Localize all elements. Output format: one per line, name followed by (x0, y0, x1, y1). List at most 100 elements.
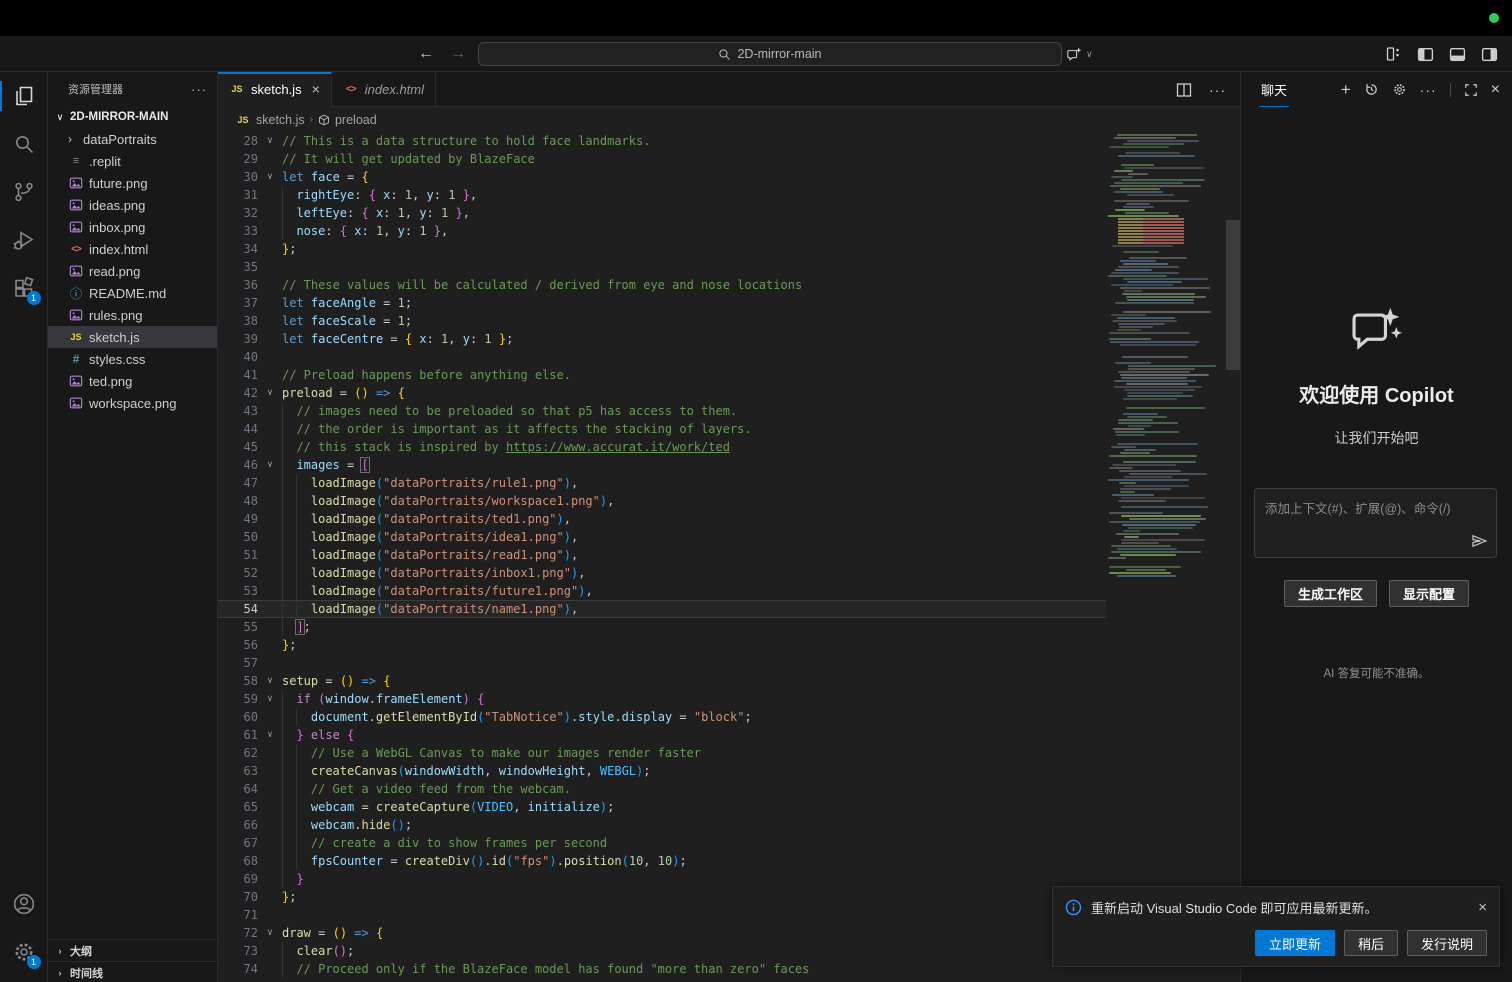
code-line-45[interactable]: 45 // this stack is inspired by https://… (218, 438, 1106, 456)
code-line-28[interactable]: 28∨// This is a data structure to hold f… (218, 132, 1106, 150)
code-line-71[interactable]: 71 (218, 906, 1106, 924)
code-line-40[interactable]: 40 (218, 348, 1106, 366)
sidebar-section-timeline[interactable]: › 时间线 (48, 961, 217, 982)
activitybar-source-control[interactable] (0, 168, 48, 216)
code-line-38[interactable]: 38let faceScale = 1; (218, 312, 1106, 330)
back-arrow-icon[interactable]: ← (418, 45, 434, 63)
code-line-43[interactable]: 43 // images need to be preloaded so tha… (218, 402, 1106, 420)
activitybar-settings[interactable]: 1 (0, 928, 48, 976)
code-line-58[interactable]: 58∨setup = () => { (218, 672, 1106, 690)
fold-chevron-icon[interactable]: ∨ (258, 132, 282, 150)
editor-scrollbar-thumb[interactable] (1226, 220, 1240, 370)
sidebar-section-outline[interactable]: › 大纲 (48, 939, 217, 961)
code-line-73[interactable]: 73 clear(); (218, 942, 1106, 960)
code-line-34[interactable]: 34}; (218, 240, 1106, 258)
code-line-49[interactable]: 49 loadImage("dataPortraits/ted1.png"), (218, 510, 1106, 528)
chat-input[interactable] (1255, 489, 1496, 557)
code-line-61[interactable]: 61∨ } else { (218, 726, 1106, 744)
close-panel-icon[interactable]: × (1491, 81, 1500, 99)
fold-chevron-icon[interactable]: ∨ (258, 672, 282, 690)
activitybar-explorer[interactable] (0, 72, 48, 120)
file-tree-item-ted-png[interactable]: ted.png (48, 370, 217, 392)
toggle-panel-icon[interactable] (1449, 46, 1466, 63)
code-line-50[interactable]: 50 loadImage("dataPortraits/idea1.png"), (218, 528, 1106, 546)
file-tree-item--replit[interactable]: ≡.replit (48, 150, 217, 172)
file-tree-item-sketch-js[interactable]: JSsketch.js (48, 326, 217, 348)
activitybar-account[interactable] (0, 880, 48, 928)
file-tree-item-read-png[interactable]: read.png (48, 260, 217, 282)
code-line-30[interactable]: 30∨let face = { (218, 168, 1106, 186)
file-tree-item-future-png[interactable]: future.png (48, 172, 217, 194)
split-editor-icon[interactable] (1176, 82, 1192, 98)
code-line-36[interactable]: 36// These values will be calculated / d… (218, 276, 1106, 294)
command-center-search[interactable]: 2D-mirror-main (478, 42, 1062, 66)
breadcrumb-symbol[interactable]: preload (335, 113, 377, 127)
code-line-52[interactable]: 52 loadImage("dataPortraits/inbox1.png")… (218, 564, 1106, 582)
code-line-68[interactable]: 68 fpsCounter = createDiv().id("fps").po… (218, 852, 1106, 870)
code-line-42[interactable]: 42∨preload = () => { (218, 384, 1106, 402)
code-line-74[interactable]: 74 // Proceed only if the BlazeFace mode… (218, 960, 1106, 978)
file-tree-item-ideas-png[interactable]: ideas.png (48, 194, 217, 216)
new-chat-icon[interactable]: + (1341, 80, 1351, 100)
chat-action-button-0[interactable]: 生成工作区 (1284, 580, 1377, 607)
file-tree-item-inbox-png[interactable]: inbox.png (48, 216, 217, 238)
close-icon[interactable]: × (1478, 899, 1487, 916)
close-tab-icon[interactable]: × (312, 81, 320, 97)
code-line-44[interactable]: 44 // the order is important as it affec… (218, 420, 1106, 438)
file-tree-item-styles-css[interactable]: #styles.css (48, 348, 217, 370)
file-tree-item-dataportraits[interactable]: ›dataPortraits (48, 128, 217, 150)
fold-chevron-icon[interactable]: ∨ (258, 384, 282, 402)
activitybar-run-debug[interactable] (0, 216, 48, 264)
code-line-65[interactable]: 65 webcam = createCapture(VIDEO, initial… (218, 798, 1106, 816)
chat-tab[interactable]: 聊天 (1259, 72, 1289, 107)
code-line-63[interactable]: 63 createCanvas(windowWidth, windowHeigh… (218, 762, 1106, 780)
customize-layout-icon[interactable] (1386, 46, 1402, 62)
code-line-35[interactable]: 35 (218, 258, 1106, 276)
code-line-64[interactable]: 64 // Get a video feed from the webcam. (218, 780, 1106, 798)
code-line-56[interactable]: 56}; (218, 636, 1106, 654)
editor-tab-index-html[interactable]: <>index.html (332, 72, 436, 106)
code-line-57[interactable]: 57 (218, 654, 1106, 672)
file-tree-item-rules-png[interactable]: rules.png (48, 304, 217, 326)
code-line-59[interactable]: 59∨ if (window.frameElement) { (218, 690, 1106, 708)
code-line-53[interactable]: 53 loadImage("dataPortraits/future1.png"… (218, 582, 1106, 600)
file-tree-item-index-html[interactable]: <>index.html (48, 238, 217, 260)
notification-button-0[interactable]: 立即更新 (1255, 930, 1335, 956)
code-line-60[interactable]: 60 document.getElementById("TabNotice").… (218, 708, 1106, 726)
toggle-primary-sidebar-icon[interactable] (1417, 46, 1434, 63)
breadcrumb[interactable]: JS sketch.js › preload (218, 107, 1240, 132)
activitybar-extensions[interactable]: 1 (0, 264, 48, 312)
code-line-62[interactable]: 62 // Use a WebGL Canvas to make our ima… (218, 744, 1106, 762)
copilot-menu-button[interactable]: ∨ (1066, 36, 1093, 72)
code-line-39[interactable]: 39let faceCentre = { x: 1, y: 1 }; (218, 330, 1106, 348)
fold-chevron-icon[interactable]: ∨ (258, 924, 282, 942)
notification-button-1[interactable]: 稍后 (1344, 930, 1398, 956)
code-line-72[interactable]: 72∨draw = () => { (218, 924, 1106, 942)
code-line-55[interactable]: 55 ]; (218, 618, 1106, 636)
code-line-54[interactable]: 54 loadImage("dataPortraits/name1.png"), (218, 600, 1106, 618)
breadcrumb-file[interactable]: sketch.js (256, 113, 305, 127)
file-tree-item-readme-md[interactable]: ⓘREADME.md (48, 282, 217, 304)
chat-more-actions[interactable]: ··· (1420, 82, 1437, 98)
code-editor[interactable]: 28∨// This is a data structure to hold f… (218, 132, 1240, 982)
code-line-69[interactable]: 69 } (218, 870, 1106, 888)
send-icon[interactable] (1470, 532, 1488, 550)
code-line-33[interactable]: 33 nose: { x: 1, y: 1 }, (218, 222, 1106, 240)
gear-icon[interactable] (1392, 82, 1407, 97)
code-line-66[interactable]: 66 webcam.hide(); (218, 816, 1106, 834)
editor-tab-sketch-js[interactable]: JSsketch.js× (218, 72, 332, 106)
chat-action-button-1[interactable]: 显示配置 (1389, 580, 1469, 607)
code-line-47[interactable]: 47 loadImage("dataPortraits/rule1.png"), (218, 474, 1106, 492)
file-tree-item-workspace-png[interactable]: workspace.png (48, 392, 217, 414)
explorer-root-folder[interactable]: ∨ 2D-MIRROR-MAIN (48, 106, 217, 128)
code-line-48[interactable]: 48 loadImage("dataPortraits/workspace1.p… (218, 492, 1106, 510)
sidebar-more-actions[interactable]: ··· (191, 82, 207, 97)
fold-chevron-icon[interactable]: ∨ (258, 726, 282, 744)
minimap[interactable] (1108, 134, 1226, 580)
fold-chevron-icon[interactable]: ∨ (258, 168, 282, 186)
code-line-29[interactable]: 29// It will get updated by BlazeFace (218, 150, 1106, 168)
editor-more-actions[interactable]: ··· (1209, 82, 1226, 98)
code-line-67[interactable]: 67 // create a div to show frames per se… (218, 834, 1106, 852)
activitybar-search[interactable] (0, 120, 48, 168)
fold-chevron-icon[interactable]: ∨ (258, 690, 282, 708)
